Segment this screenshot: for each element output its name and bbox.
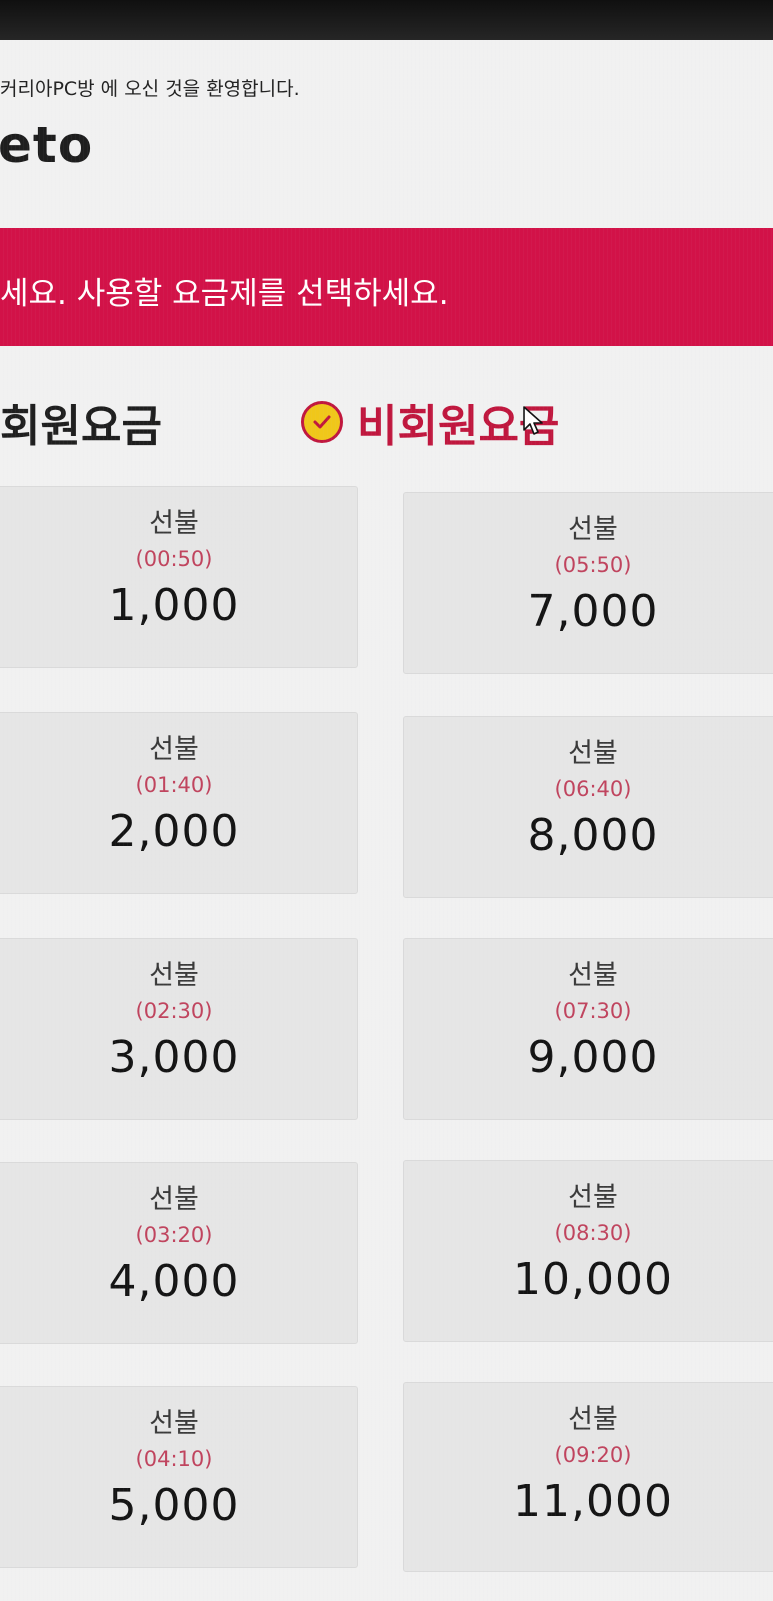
- plan-card[interactable]: 선불 (00:50) 1,000: [0, 486, 358, 668]
- plan-type: 선불: [149, 508, 199, 539]
- plan-card[interactable]: 선불 (04:10) 5,000: [0, 1386, 358, 1568]
- plan-type: 선불: [149, 960, 199, 991]
- plan-price: 5,000: [108, 1480, 240, 1531]
- plan-card[interactable]: 선불 (01:40) 2,000: [0, 712, 358, 894]
- plan-time: (03:20): [135, 1223, 213, 1247]
- plan-type: 선불: [568, 1182, 618, 1213]
- plan-time: (08:30): [554, 1221, 632, 1245]
- plan-type: 선불: [568, 960, 618, 991]
- plan-price: 7,000: [527, 586, 659, 637]
- plan-type: 선불: [149, 1184, 199, 1215]
- plan-time: (09:20): [554, 1443, 632, 1467]
- plan-price: 3,000: [108, 1032, 240, 1083]
- plan-time: (02:30): [135, 999, 213, 1023]
- plan-card[interactable]: 선불 (07:30) 9,000: [403, 938, 773, 1120]
- plan-type: 선불: [568, 738, 618, 769]
- plan-card[interactable]: 선불 (08:30) 10,000: [403, 1160, 773, 1342]
- plan-time: (04:10): [135, 1447, 213, 1471]
- plan-time: (05:50): [554, 553, 632, 577]
- plan-price: 1,000: [108, 580, 240, 631]
- plan-price: 8,000: [527, 810, 659, 861]
- plan-card[interactable]: 선불 (05:50) 7,000: [403, 492, 773, 674]
- plan-type: 선불: [568, 514, 618, 545]
- plan-time: (00:50): [135, 547, 213, 571]
- plan-card[interactable]: 선불 (09:20) 11,000: [403, 1382, 773, 1572]
- plan-price: 9,000: [527, 1032, 659, 1083]
- plan-grid: 선불 (00:50) 1,000 선불 (01:40) 2,000 선불 (02…: [0, 40, 773, 1601]
- plan-price: 11,000: [513, 1476, 673, 1527]
- plan-time: (01:40): [135, 773, 213, 797]
- plan-price: 2,000: [108, 806, 240, 857]
- plan-type: 선불: [568, 1404, 618, 1435]
- plan-time: (07:30): [554, 999, 632, 1023]
- plan-price: 4,000: [108, 1256, 240, 1307]
- plan-time: (06:40): [554, 777, 632, 801]
- screen: 커리아PC방 에 오신 것을 환영합니다. eto 세요. 사용할 요금제를 선…: [0, 40, 773, 1601]
- plan-card[interactable]: 선불 (06:40) 8,000: [403, 716, 773, 898]
- plan-price: 10,000: [513, 1254, 673, 1305]
- plan-type: 선불: [149, 1408, 199, 1439]
- plan-card[interactable]: 선불 (02:30) 3,000: [0, 938, 358, 1120]
- plan-card[interactable]: 선불 (03:20) 4,000: [0, 1162, 358, 1344]
- plan-type: 선불: [149, 734, 199, 765]
